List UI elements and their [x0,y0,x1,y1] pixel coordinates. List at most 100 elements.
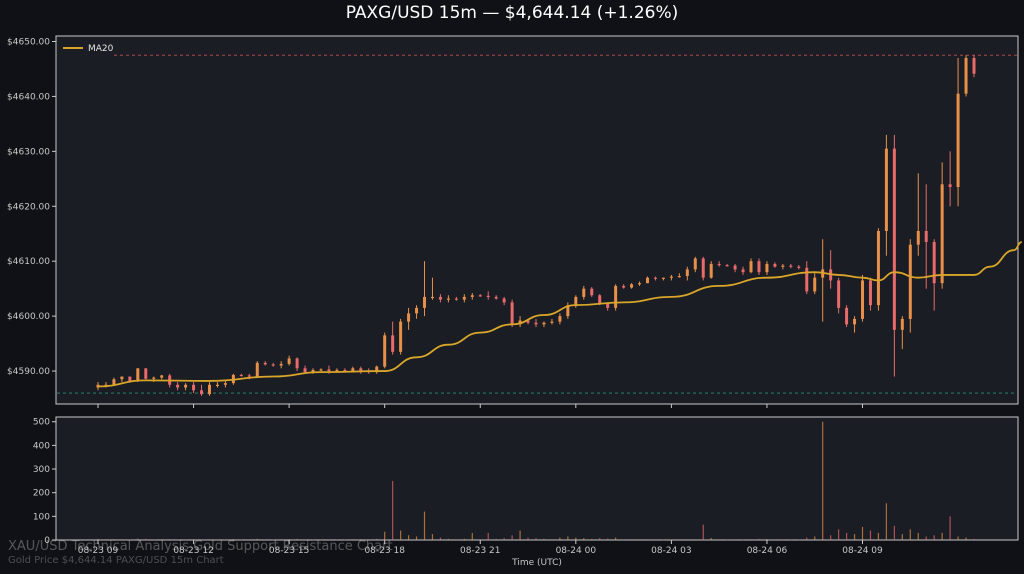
candle-body [423,296,427,308]
candle-body [271,364,275,366]
volume-bar [607,538,609,540]
x-tick-label: 08-24 00 [556,546,597,556]
candle-body [733,265,737,270]
volume-bar [400,530,402,540]
volume-bar [646,539,649,540]
volume-bar [495,538,497,540]
volume-bar [734,539,736,540]
volume-bar [535,538,537,540]
candle-body [781,265,785,267]
candle-body [685,269,689,277]
candle-body [717,263,721,266]
volume-bar [519,530,521,540]
candle-body [813,277,817,292]
volume-bar [814,536,816,540]
candle-body [494,296,498,299]
candle-body [542,322,546,325]
candle-body [144,368,148,379]
x-tick-label: 08-24 06 [747,546,788,556]
volume-bar [869,530,872,540]
candle-body [383,335,387,367]
candle-body [805,267,809,292]
candle-body [630,284,634,288]
candle-body [582,288,586,297]
volume-bar [654,539,657,540]
candle-body [956,93,960,188]
volume-bar [750,539,752,540]
candle-body [327,369,331,372]
candle-body [614,285,618,308]
candle-body [653,277,657,279]
volume-bar [638,539,641,540]
candle-body [797,266,801,268]
candle-body [916,230,920,245]
candle-body [940,184,944,284]
candle-body [853,318,857,325]
candle-body [701,258,705,278]
candle-body [861,280,865,319]
candle-body [303,368,307,373]
candle-body [892,148,896,330]
volume-bar [630,539,633,540]
candle-body [534,322,538,325]
candle-body [438,296,442,300]
candle-body [693,258,697,270]
volume-bar [599,538,601,540]
candle-body [215,384,219,386]
volume-bar [885,503,887,540]
candle-body [741,269,745,273]
candle-body [972,57,976,74]
volume-bar [487,532,489,540]
candle-body [725,265,729,267]
candle-body [136,368,140,381]
price-y-tick-label: $4630.00 [7,147,50,157]
volume-y-tick-label: 400 [33,441,50,451]
candle-body [908,244,912,319]
volume-bar [439,537,442,540]
volume-bar [551,539,553,540]
volume-bar [662,539,665,541]
candle-body [247,375,251,377]
candle-body [415,307,419,314]
volume-bar [726,539,728,541]
candle-body [207,384,211,395]
candle-body [598,295,602,304]
candle-body [454,298,458,300]
volume-bar [933,535,935,540]
candle-body [884,148,888,231]
volume-bar [718,539,720,540]
volume-bar [822,421,824,540]
candle-body [255,362,259,377]
candle-body [709,263,713,278]
volume-bar [543,538,545,540]
price-y-tick-label: $4620.00 [7,202,50,212]
candle-body [845,307,849,325]
candle-body [932,241,936,284]
volume-bar [774,539,776,540]
volume-bar [949,516,951,540]
volume-y-axis: 0100200300400500 [33,418,56,546]
volume-bar [511,535,513,540]
candle-body [550,321,554,323]
volume-y-tick-label: 300 [33,465,50,475]
candle-body [152,377,156,379]
candle-body [430,296,434,299]
x-tick-label: 08-24 09 [842,546,883,556]
volume-bar [965,537,967,540]
candle-body [112,379,116,385]
volume-bar [423,511,426,540]
volume-bar [710,538,712,540]
volume-bar [694,539,696,540]
candle-body [606,303,610,308]
volume-bar [830,535,832,540]
volume-bar [471,532,473,540]
candle-body [295,358,299,369]
volume-bar [845,532,848,540]
candle-body [964,57,968,94]
candle-body [558,316,562,322]
candle-body [868,280,872,306]
volume-bar [455,539,457,540]
volume-bar [957,536,959,540]
candle-body [192,384,196,391]
candle-body [287,358,291,364]
